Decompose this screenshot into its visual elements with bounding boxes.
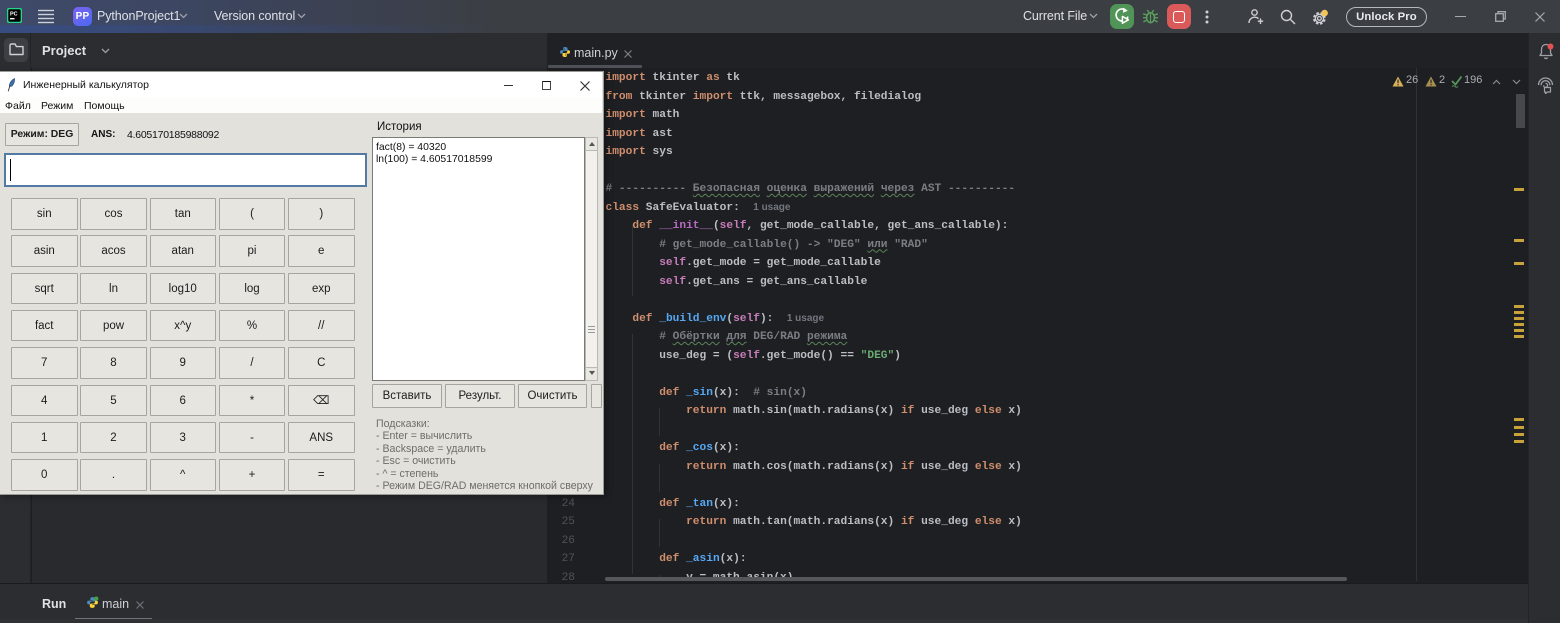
- svg-text:PC: PC: [10, 12, 18, 18]
